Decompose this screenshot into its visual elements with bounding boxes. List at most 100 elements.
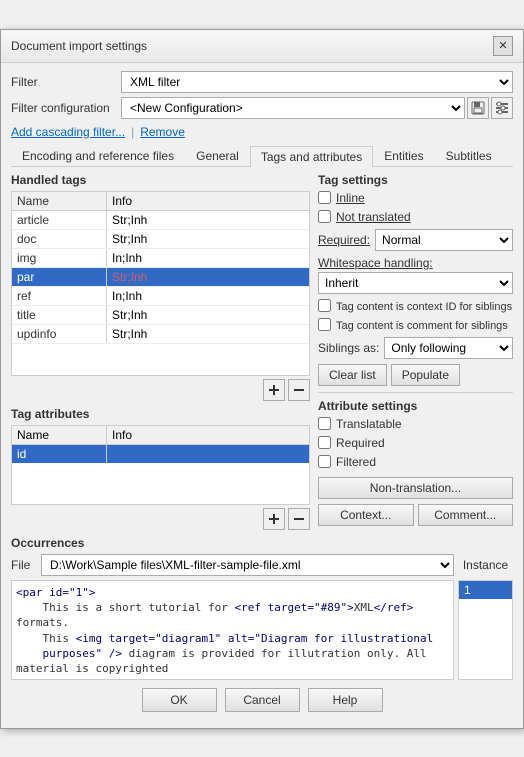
tab-encoding[interactable]: Encoding and reference files xyxy=(11,145,185,166)
add-cascading-button[interactable]: Add cascading filter... xyxy=(11,125,125,139)
remove-icon xyxy=(292,383,306,397)
instance-item[interactable]: 1 xyxy=(459,581,512,599)
filter-row: Filter XML filter xyxy=(11,71,513,93)
populate-button[interactable]: Populate xyxy=(391,364,460,386)
context-id-checkbox-row: Tag content is context ID for siblings xyxy=(318,299,513,313)
col-info-header: Info xyxy=(107,192,309,210)
tag-info: Str;Inh xyxy=(107,306,309,324)
attr-required-checkbox[interactable] xyxy=(318,436,331,449)
tag-name: updinfo xyxy=(12,325,107,343)
tag-info: In;Inh xyxy=(107,249,309,267)
add-tag-button[interactable] xyxy=(263,379,285,401)
attribute-settings-title: Attribute settings xyxy=(318,399,513,413)
tab-general[interactable]: General xyxy=(185,145,250,166)
inline-checkbox-row: Inline xyxy=(318,191,513,205)
siblings-row: Siblings as: Only following xyxy=(318,337,513,359)
clear-list-button[interactable]: Clear list xyxy=(318,364,387,386)
attr-required-label[interactable]: Required xyxy=(336,436,385,450)
left-panel: Handled tags Name Info article Str;Inh d… xyxy=(11,173,310,530)
close-button[interactable]: ✕ xyxy=(493,36,513,56)
occurrences-title: Occurrences xyxy=(11,536,513,550)
ok-button[interactable]: OK xyxy=(142,688,217,712)
tag-row-updinfo[interactable]: updinfo Str;Inh xyxy=(12,325,309,344)
col-name-header: Name xyxy=(12,192,107,210)
tab-entities[interactable]: Entities xyxy=(373,145,434,166)
filter-config-row: Filter configuration <New Configuration> xyxy=(11,97,513,119)
comment-checkbox[interactable] xyxy=(318,318,331,331)
add-icon xyxy=(267,383,281,397)
attr-row-id[interactable]: id xyxy=(12,445,309,463)
comment-label[interactable]: Tag content is comment for siblings xyxy=(336,318,508,332)
handled-tags-toolbar xyxy=(11,379,310,401)
not-translated-checkbox[interactable] xyxy=(318,210,331,223)
tag-row-ref[interactable]: ref In;Inh xyxy=(12,287,309,306)
attr-col-info-header: Info xyxy=(107,426,309,444)
tag-name: article xyxy=(12,211,107,229)
filtered-checkbox-row: Filtered xyxy=(318,455,513,469)
required-row: Required: Normal xyxy=(318,229,513,251)
document-import-dialog: Document import settings ✕ Filter XML fi… xyxy=(0,29,524,729)
remove-button[interactable]: Remove xyxy=(140,125,185,139)
tag-info: In;Inh xyxy=(107,287,309,305)
not-translated-label[interactable]: Not translated xyxy=(336,210,411,224)
non-translation-button[interactable]: Non-translation... xyxy=(318,477,513,499)
preview-area: <par id="1"> This is a short tutorial fo… xyxy=(11,580,513,680)
main-area: Handled tags Name Info article Str;Inh d… xyxy=(11,173,513,530)
dialog-content: Filter XML filter Filter configuration <… xyxy=(1,63,523,728)
tag-row-article[interactable]: article Str;Inh xyxy=(12,211,309,230)
attr-btn-row-2: Context... Comment... xyxy=(318,504,513,526)
file-select[interactable]: D:\Work\Sample files\XML-filter-sample-f… xyxy=(41,554,454,576)
inline-checkbox[interactable] xyxy=(318,191,331,204)
context-button[interactable]: Context... xyxy=(318,504,414,526)
tag-name: ref xyxy=(12,287,107,305)
remove-attr-button[interactable] xyxy=(288,508,310,530)
filter-label: Filter xyxy=(11,75,121,89)
attr-required-checkbox-row: Required xyxy=(318,436,513,450)
comment-checkbox-row: Tag content is comment for siblings xyxy=(318,318,513,332)
inline-label[interactable]: Inline xyxy=(336,191,365,205)
filtered-label[interactable]: Filtered xyxy=(336,455,376,469)
filter-select[interactable]: XML filter xyxy=(121,71,513,93)
bottom-btn-row: OK Cancel Help xyxy=(11,688,513,720)
filter-config-control: <New Configuration> xyxy=(121,97,513,119)
filtered-checkbox[interactable] xyxy=(318,455,331,468)
tag-row-img[interactable]: img In;Inh xyxy=(12,249,309,268)
tag-info: Str;Inh xyxy=(107,325,309,343)
handled-tags-table[interactable]: Name Info article Str;Inh doc Str;Inh im… xyxy=(11,191,310,376)
dialog-title: Document import settings xyxy=(11,39,147,53)
tab-subtitles[interactable]: Subtitles xyxy=(435,145,503,166)
siblings-select[interactable]: Only following xyxy=(384,337,513,359)
help-button[interactable]: Help xyxy=(308,688,383,712)
cancel-button[interactable]: Cancel xyxy=(225,688,300,712)
translatable-checkbox[interactable] xyxy=(318,417,331,430)
attr-toolbar xyxy=(11,508,310,530)
whitespace-select[interactable]: Inherit xyxy=(318,272,513,294)
context-id-checkbox[interactable] xyxy=(318,299,331,312)
tag-info: Str;Inh xyxy=(107,230,309,248)
instance-list[interactable]: 1 xyxy=(458,580,513,680)
tag-attributes-table[interactable]: Name Info id xyxy=(11,425,310,505)
tag-name: par xyxy=(12,268,107,286)
remove-tag-button[interactable] xyxy=(288,379,310,401)
handled-tags-title: Handled tags xyxy=(11,173,310,187)
tag-row-title[interactable]: title Str;Inh xyxy=(12,306,309,325)
comment-attr-button[interactable]: Comment... xyxy=(418,504,514,526)
translatable-label[interactable]: Translatable xyxy=(336,417,402,431)
filter-save-button[interactable] xyxy=(467,97,489,119)
add-attr-button[interactable] xyxy=(263,508,285,530)
filter-config-button[interactable] xyxy=(491,97,513,119)
tag-row-par[interactable]: par Str;Inh xyxy=(12,268,309,287)
tab-tags-attributes[interactable]: Tags and attributes xyxy=(250,146,373,167)
tag-info: Str;Inh xyxy=(107,268,309,286)
tag-row-doc[interactable]: doc Str;Inh xyxy=(12,230,309,249)
filter-config-label: Filter configuration xyxy=(11,101,121,115)
tag-settings-title: Tag settings xyxy=(318,173,513,187)
required-select[interactable]: Normal xyxy=(375,229,513,251)
tabs-bar: Encoding and reference files General Tag… xyxy=(11,145,513,167)
attr-info xyxy=(107,445,309,463)
tag-name: doc xyxy=(12,230,107,248)
required-label: Required: xyxy=(318,233,370,247)
context-id-label[interactable]: Tag content is context ID for siblings xyxy=(336,299,512,313)
filter-config-select[interactable]: <New Configuration> xyxy=(121,97,465,119)
preview-text: <par id="1"> This is a short tutorial fo… xyxy=(11,580,454,680)
